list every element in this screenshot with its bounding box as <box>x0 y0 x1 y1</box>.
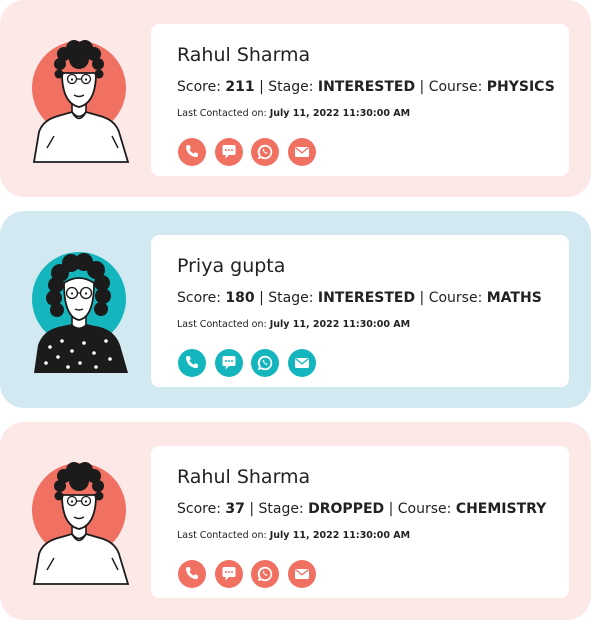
chat-icon <box>222 145 236 159</box>
lead-meta: Score: 211 | Stage: INTERESTED | Course:… <box>177 79 555 95</box>
separator: | <box>388 501 394 517</box>
message-button[interactable] <box>215 560 243 588</box>
score-label: Score: <box>177 79 221 95</box>
last-contacted-value: July 11, 2022 11:30:00 AM <box>269 319 411 330</box>
stage-value: INTERESTED <box>317 290 416 306</box>
course-label: Course: <box>397 501 452 517</box>
whatsapp-button[interactable] <box>251 349 279 377</box>
course-value: PHYSICS <box>486 79 555 95</box>
call-button[interactable] <box>178 560 206 588</box>
course-label: Course: <box>428 79 483 95</box>
score-value: 211 <box>225 79 255 95</box>
lead-card: Priya gupta Score: 180 | Stage: INTEREST… <box>0 211 591 408</box>
stage-value: INTERESTED <box>317 79 416 95</box>
stage-label: Stage: <box>268 290 314 306</box>
avatar <box>24 454 134 586</box>
last-contacted-label: Last Contacted on: <box>177 108 267 119</box>
whatsapp-button[interactable] <box>251 138 279 166</box>
stage-label: Stage: <box>268 79 314 95</box>
avatar <box>24 243 134 375</box>
chat-icon <box>222 356 236 370</box>
email-icon <box>294 146 310 158</box>
email-button[interactable] <box>288 560 316 588</box>
separator: | <box>259 79 264 95</box>
course-label: Course: <box>428 290 483 306</box>
stage-label: Stage: <box>258 501 304 517</box>
last-contacted: Last Contacted on: July 11, 2022 11:30:0… <box>177 108 410 119</box>
last-contacted-value: July 11, 2022 11:30:00 AM <box>269 530 411 541</box>
lead-name: Priya gupta <box>177 255 286 277</box>
email-button[interactable] <box>288 349 316 377</box>
score-value: 180 <box>225 290 255 306</box>
lead-info: Rahul Sharma Score: 211 | Stage: INTERES… <box>151 24 569 176</box>
score-label: Score: <box>177 290 221 306</box>
last-contacted-value: July 11, 2022 11:30:00 AM <box>269 108 411 119</box>
call-button[interactable] <box>178 138 206 166</box>
call-button[interactable] <box>178 349 206 377</box>
last-contacted-label: Last Contacted on: <box>177 530 267 541</box>
stage-value: DROPPED <box>308 501 385 517</box>
separator: | <box>419 79 425 95</box>
last-contacted: Last Contacted on: July 11, 2022 11:30:0… <box>177 319 410 330</box>
whatsapp-icon <box>257 566 273 582</box>
separator: | <box>249 501 255 517</box>
lead-card: Rahul Sharma Score: 211 | Stage: INTERES… <box>0 0 591 197</box>
separator: | <box>419 290 425 306</box>
lead-name: Rahul Sharma <box>177 466 311 488</box>
phone-icon <box>186 145 199 158</box>
avatar <box>24 32 134 164</box>
email-icon <box>294 568 310 580</box>
last-contacted: Last Contacted on: July 11, 2022 11:30:0… <box>177 530 410 541</box>
course-value: CHEMISTRY <box>455 501 547 517</box>
separator: | <box>259 290 264 306</box>
email-button[interactable] <box>288 138 316 166</box>
lead-card: Rahul Sharma Score: 37 | Stage: DROPPED … <box>0 422 591 620</box>
lead-info: Priya gupta Score: 180 | Stage: INTEREST… <box>151 235 569 387</box>
lead-meta: Score: 37 | Stage: DROPPED | Course: CHE… <box>177 501 546 517</box>
course-value: MATHS <box>486 290 542 306</box>
message-button[interactable] <box>215 349 243 377</box>
chat-icon <box>222 567 236 581</box>
phone-icon <box>186 356 199 369</box>
score-value: 37 <box>225 501 245 517</box>
score-label: Score: <box>177 501 221 517</box>
phone-icon <box>186 567 199 580</box>
message-button[interactable] <box>215 138 243 166</box>
whatsapp-icon <box>257 355 273 371</box>
whatsapp-button[interactable] <box>251 560 279 588</box>
whatsapp-icon <box>257 144 273 160</box>
lead-name: Rahul Sharma <box>177 44 311 66</box>
last-contacted-label: Last Contacted on: <box>177 319 267 330</box>
email-icon <box>294 357 310 369</box>
lead-meta: Score: 180 | Stage: INTERESTED | Course:… <box>177 290 542 306</box>
lead-info: Rahul Sharma Score: 37 | Stage: DROPPED … <box>151 446 569 598</box>
